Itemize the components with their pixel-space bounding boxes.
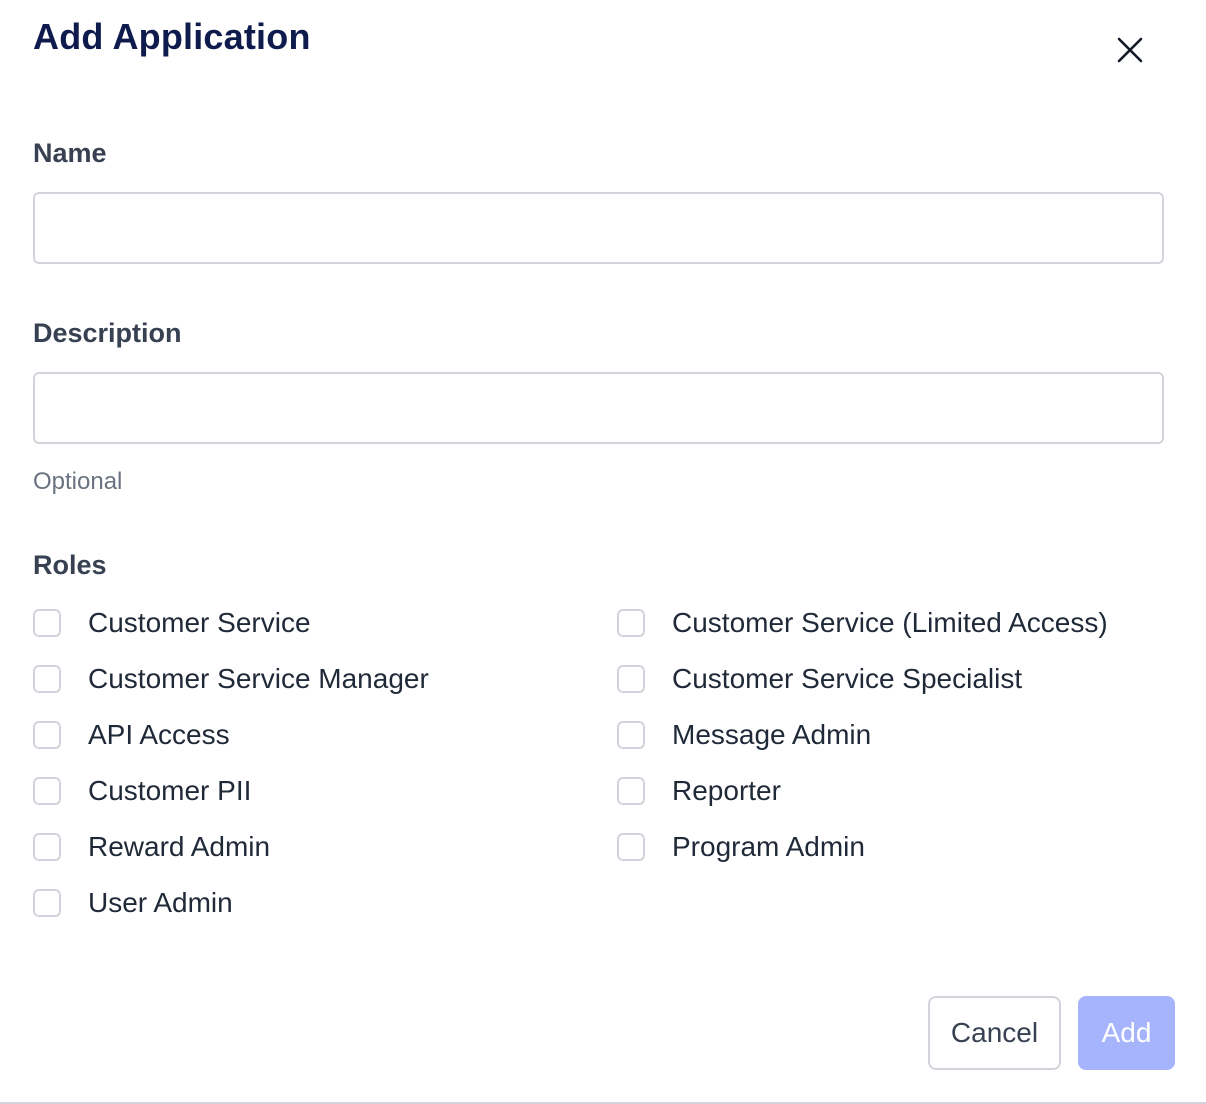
checkbox[interactable] bbox=[33, 777, 61, 805]
checkbox[interactable] bbox=[617, 833, 645, 861]
checkbox[interactable] bbox=[33, 609, 61, 637]
role-checkbox-customer-service-specialist[interactable]: Customer Service Specialist bbox=[617, 659, 1022, 699]
role-label: Reporter bbox=[672, 775, 781, 806]
role-label: Customer PII bbox=[88, 775, 252, 806]
cancel-button[interactable]: Cancel bbox=[928, 996, 1061, 1070]
checkbox[interactable] bbox=[33, 665, 61, 693]
dialog-title: Add Application bbox=[33, 16, 311, 57]
role-checkbox-customer-service[interactable]: Customer Service bbox=[33, 603, 311, 643]
role-label: Message Admin bbox=[672, 719, 872, 750]
role-label: Customer Service Manager bbox=[88, 663, 429, 694]
role-label: Customer Service bbox=[88, 607, 311, 638]
role-checkbox-reporter[interactable]: Reporter bbox=[617, 771, 781, 811]
checkbox[interactable] bbox=[33, 721, 61, 749]
checkbox[interactable] bbox=[617, 609, 645, 637]
checkbox[interactable] bbox=[33, 889, 61, 917]
close-button[interactable] bbox=[1110, 30, 1150, 70]
role-checkbox-user-admin[interactable]: User Admin bbox=[33, 883, 233, 923]
checkbox[interactable] bbox=[617, 721, 645, 749]
role-checkbox-message-admin[interactable]: Message Admin bbox=[617, 715, 871, 755]
add-application-dialog: Add Application Name Description Optiona… bbox=[0, 0, 1206, 1104]
close-icon bbox=[1117, 37, 1143, 63]
role-checkbox-program-admin[interactable]: Program Admin bbox=[617, 827, 865, 867]
role-label: User Admin bbox=[88, 887, 233, 918]
checkbox[interactable] bbox=[617, 665, 645, 693]
role-label: Customer Service Specialist bbox=[672, 663, 1023, 694]
name-input[interactable] bbox=[33, 192, 1164, 264]
checkbox[interactable] bbox=[33, 833, 61, 861]
description-hint: Optional bbox=[33, 468, 123, 495]
roles-label: Roles bbox=[33, 550, 107, 580]
role-label: API Access bbox=[88, 719, 230, 750]
add-button[interactable]: Add bbox=[1078, 996, 1175, 1070]
role-checkbox-customer-service-manager[interactable]: Customer Service Manager bbox=[33, 659, 429, 699]
name-label: Name bbox=[33, 138, 107, 168]
role-label: Reward Admin bbox=[88, 831, 271, 862]
role-label: Program Admin bbox=[672, 831, 865, 862]
role-checkbox-customer-pii[interactable]: Customer PII bbox=[33, 771, 251, 811]
role-checkbox-api-access[interactable]: API Access bbox=[33, 715, 230, 755]
role-label: Customer Service (Limited Access) bbox=[672, 607, 1108, 638]
description-label: Description bbox=[33, 318, 182, 348]
description-input[interactable] bbox=[33, 372, 1164, 444]
role-checkbox-reward-admin[interactable]: Reward Admin bbox=[33, 827, 270, 867]
checkbox[interactable] bbox=[617, 777, 645, 805]
role-checkbox-customer-service-limited-access[interactable]: Customer Service (Limited Access) bbox=[617, 603, 1108, 643]
